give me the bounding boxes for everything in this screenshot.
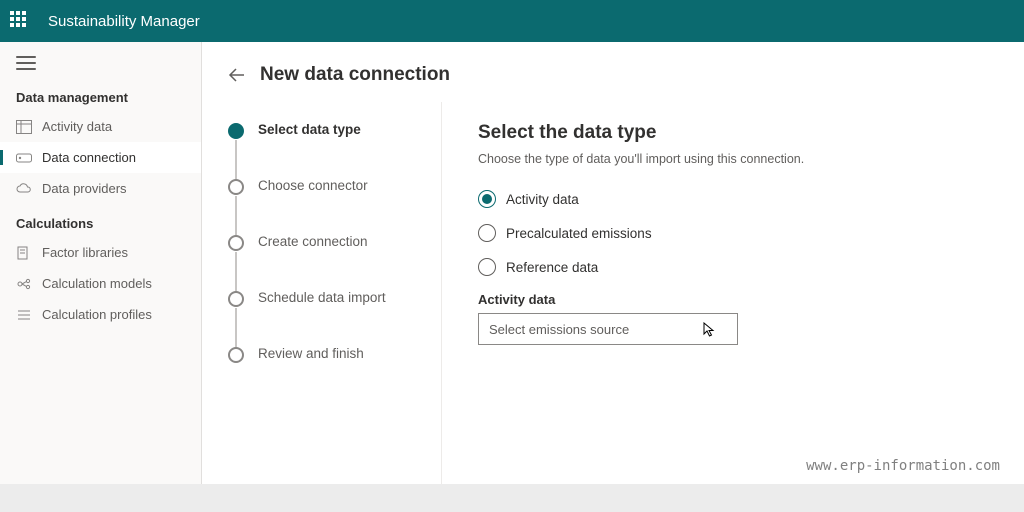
select-placeholder: Select emissions source: [489, 322, 629, 337]
hamburger-icon[interactable]: [16, 56, 36, 70]
page-header: New data connection: [202, 42, 1024, 102]
main-content: New data connection Select data type Cho…: [202, 42, 1024, 484]
watermark: www.erp-information.com: [806, 458, 1000, 474]
emissions-source-select[interactable]: Select emissions source: [478, 313, 738, 345]
mouse-cursor-icon: [703, 322, 717, 338]
app-bar: Sustainability Manager: [0, 0, 1024, 42]
step-circle-icon: [228, 123, 244, 139]
step-circle-icon: [228, 235, 244, 251]
step-connector: [235, 252, 237, 292]
step-review-and-finish[interactable]: Review and finish: [228, 346, 441, 363]
radio-label: Activity data: [506, 192, 579, 207]
step-circle-icon: [228, 347, 244, 363]
sidebar-item-label: Calculation models: [42, 276, 152, 291]
sidebar-item-label: Calculation profiles: [42, 307, 152, 322]
nav-section-data-management: Data management Activity data Data conne…: [0, 84, 201, 210]
step-circle-icon: [228, 291, 244, 307]
step-connector: [235, 308, 237, 348]
step-label: Select data type: [258, 122, 361, 137]
page-title: New data connection: [260, 64, 450, 86]
model-icon: [16, 277, 32, 291]
step-circle-icon: [228, 179, 244, 195]
field-label: Activity data: [478, 292, 988, 307]
back-arrow-icon[interactable]: [228, 66, 246, 84]
nav-section-calculations: Calculations Factor libraries Calculatio…: [0, 210, 201, 336]
step-label: Choose connector: [258, 178, 368, 193]
sidebar-item-data-connection[interactable]: Data connection: [0, 142, 201, 173]
step-label: Schedule data import: [258, 290, 386, 305]
sidebar-item-label: Activity data: [42, 119, 112, 134]
radio-icon: [478, 258, 496, 276]
doc-icon: [16, 246, 32, 260]
bottom-strip: [0, 484, 1024, 512]
form-panel: Select the data type Choose the type of …: [442, 102, 1024, 484]
step-connector: [235, 196, 237, 236]
list-icon: [16, 308, 32, 322]
step-create-connection[interactable]: Create connection: [228, 234, 441, 290]
step-schedule-data-import[interactable]: Schedule data import: [228, 290, 441, 346]
step-select-data-type[interactable]: Select data type: [228, 122, 441, 178]
panel-title: Select the data type: [478, 122, 988, 144]
sidebar-item-data-providers[interactable]: Data providers: [0, 173, 201, 204]
radio-precalculated-emissions[interactable]: Precalculated emissions: [478, 224, 988, 242]
step-choose-connector[interactable]: Choose connector: [228, 178, 441, 234]
nav-section-title: Calculations: [0, 210, 201, 237]
radio-label: Precalculated emissions: [506, 226, 652, 241]
left-nav: Data management Activity data Data conne…: [0, 42, 202, 484]
step-label: Create connection: [258, 234, 368, 249]
sidebar-item-factor-libraries[interactable]: Factor libraries: [0, 237, 201, 268]
sidebar-item-calculation-profiles[interactable]: Calculation profiles: [0, 299, 201, 330]
radio-icon: [478, 190, 496, 208]
link-icon: [16, 151, 32, 165]
app-title: Sustainability Manager: [48, 13, 200, 30]
table-icon: [16, 120, 32, 134]
sidebar-item-label: Data providers: [42, 181, 127, 196]
sidebar-item-label: Data connection: [42, 150, 136, 165]
content-split: Select data type Choose connector Create…: [202, 102, 1024, 484]
waffle-icon[interactable]: [10, 11, 30, 31]
sidebar-item-label: Factor libraries: [42, 245, 128, 260]
radio-activity-data[interactable]: Activity data: [478, 190, 988, 208]
radio-reference-data[interactable]: Reference data: [478, 258, 988, 276]
cloud-icon: [16, 182, 32, 196]
step-label: Review and finish: [258, 346, 364, 361]
sidebar-item-calculation-models[interactable]: Calculation models: [0, 268, 201, 299]
radio-icon: [478, 224, 496, 242]
panel-description: Choose the type of data you'll import us…: [478, 152, 988, 166]
nav-section-title: Data management: [0, 84, 201, 111]
step-connector: [235, 140, 237, 180]
radio-label: Reference data: [506, 260, 598, 275]
sidebar-item-activity-data[interactable]: Activity data: [0, 111, 201, 142]
wizard-stepper: Select data type Choose connector Create…: [202, 102, 442, 484]
